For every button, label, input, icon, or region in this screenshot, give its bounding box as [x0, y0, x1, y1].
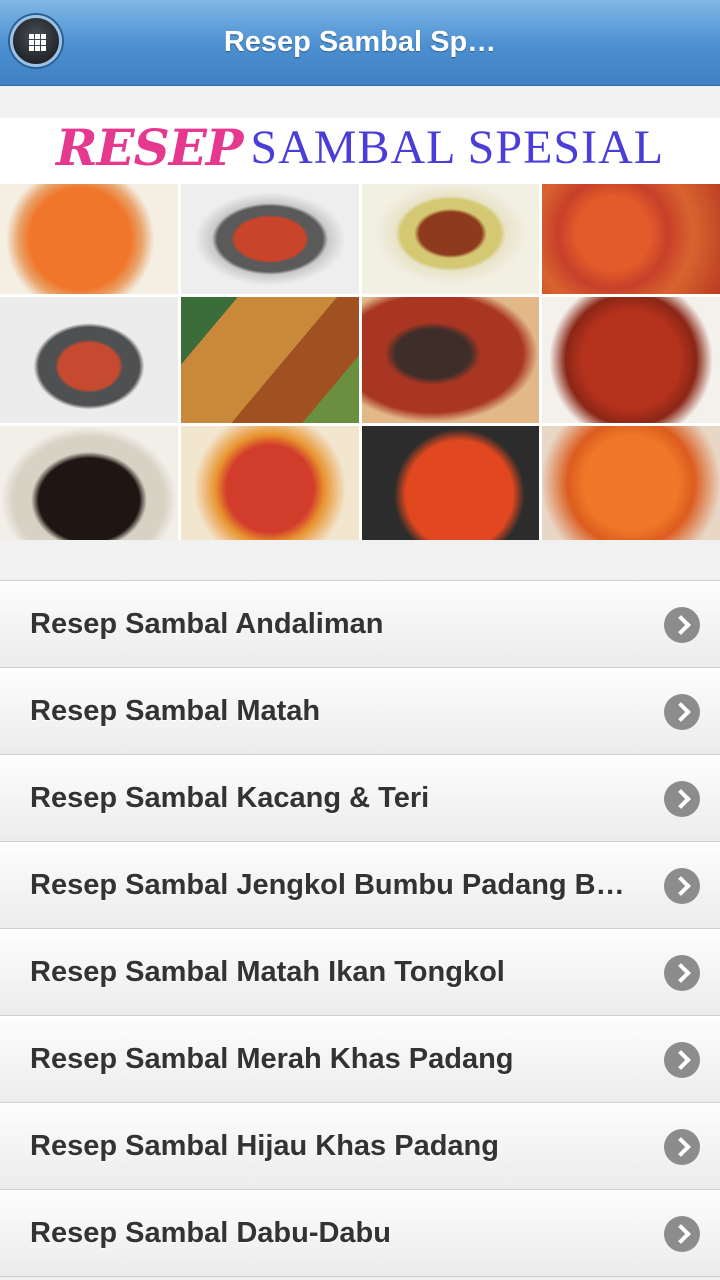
- list-item-label: Resep Sambal Matah: [30, 695, 321, 727]
- sambal-photo: [180, 297, 359, 423]
- chevron-right-icon: [664, 1216, 700, 1252]
- sambal-photo: [361, 297, 540, 423]
- sambal-photo-collage: [0, 184, 720, 540]
- sambal-photo: [0, 297, 178, 423]
- list-item[interactable]: Resep Sambal Jengkol Bumbu Padang B…: [0, 842, 720, 929]
- list-item[interactable]: Resep Sambal Kacang & Teri: [0, 755, 720, 842]
- list-item-label: Resep Sambal Matah Ikan Tongkol: [30, 956, 505, 988]
- list-item[interactable]: Resep Sambal Merah Khas Padang: [0, 1016, 720, 1103]
- grid-menu-icon: [29, 34, 46, 51]
- list-item-label: Resep Sambal Dabu-Dabu: [30, 1217, 391, 1249]
- chevron-right-icon: [664, 781, 700, 817]
- sambal-photo: [542, 426, 720, 540]
- list-item[interactable]: Resep Sambal Matah: [0, 668, 720, 755]
- list-item-label: Resep Sambal Jengkol Bumbu Padang B…: [30, 869, 625, 901]
- sambal-photo: [361, 426, 540, 540]
- chevron-right-icon: [664, 955, 700, 991]
- chevron-right-icon: [664, 694, 700, 730]
- sambal-photo: [0, 426, 178, 540]
- list-item-label: Resep Sambal Kacang & Teri: [30, 782, 430, 814]
- banner-title-main: SAMBAL SPESIAL: [250, 121, 665, 174]
- list-item[interactable]: Resep Sambal Dabu-Dabu: [0, 1190, 720, 1277]
- sambal-photo: [180, 426, 359, 540]
- list-item[interactable]: Resep Sambal Matah Ikan Tongkol: [0, 929, 720, 1016]
- recipe-list: Resep Sambal Andaliman Resep Sambal Mata…: [0, 580, 720, 1280]
- sambal-photo: [542, 184, 720, 294]
- list-item[interactable]: Resep Sambal Hijau Khas Padang: [0, 1103, 720, 1190]
- banner-title-script: RESEP: [55, 118, 243, 177]
- list-item[interactable]: Resep Sambal Andaliman: [0, 581, 720, 668]
- app-header: Resep Sambal Sp…: [0, 0, 720, 86]
- chevron-right-icon: [664, 1042, 700, 1078]
- list-item-label: Resep Sambal Merah Khas Padang: [30, 1043, 514, 1075]
- sambal-photo: [0, 184, 178, 294]
- page-title: Resep Sambal Sp…: [223, 26, 497, 58]
- banner-image: RESEP SAMBAL SPESIAL: [0, 118, 720, 540]
- menu-button[interactable]: [10, 15, 62, 67]
- sambal-photo: [180, 184, 359, 294]
- chevron-right-icon: [664, 868, 700, 904]
- banner-title: RESEP SAMBAL SPESIAL: [0, 118, 720, 184]
- sambal-photo: [542, 297, 720, 423]
- chevron-right-icon: [664, 1129, 700, 1165]
- sambal-photo: [361, 184, 540, 294]
- chevron-right-icon: [664, 607, 700, 643]
- list-item-label: Resep Sambal Andaliman: [30, 608, 384, 640]
- list-item-label: Resep Sambal Hijau Khas Padang: [30, 1130, 499, 1162]
